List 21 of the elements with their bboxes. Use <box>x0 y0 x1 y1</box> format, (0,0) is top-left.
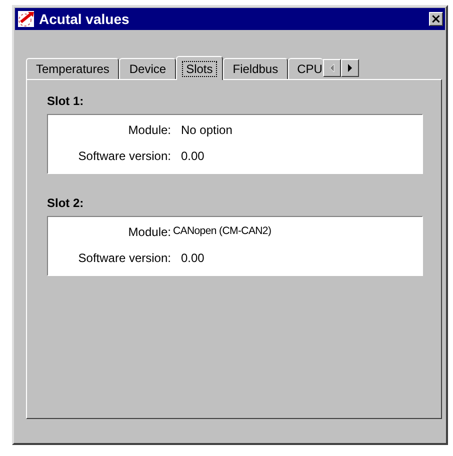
tab[interactable]: Device <box>119 58 176 79</box>
field-value: 0.00 <box>181 149 206 163</box>
tab[interactable]: Fieldbus <box>222 58 288 79</box>
slot-title: Slot 1: <box>47 94 84 108</box>
close-button[interactable]: × <box>429 12 443 26</box>
field-value: No option <box>181 123 234 137</box>
scroll-right-button[interactable] <box>341 59 360 77</box>
slot-title: Slot 2: <box>47 196 84 210</box>
field-label: Software version: <box>78 149 171 163</box>
tab[interactable]: Slots <box>176 56 223 80</box>
left-arrow-icon <box>328 63 336 73</box>
field-value: 0.00 <box>181 251 206 265</box>
right-arrow-icon <box>346 63 354 73</box>
field-label: Software version: <box>78 251 171 265</box>
app-icon <box>17 10 35 28</box>
field-label: Module: <box>128 123 171 137</box>
window-title: Acutal values <box>39 11 130 27</box>
field-value: CANopen (CM-CAN2) <box>173 225 272 239</box>
tab[interactable]: CPU <box>288 58 324 79</box>
tab[interactable]: Temperatures <box>26 58 120 79</box>
field-label: Module: <box>128 225 171 239</box>
